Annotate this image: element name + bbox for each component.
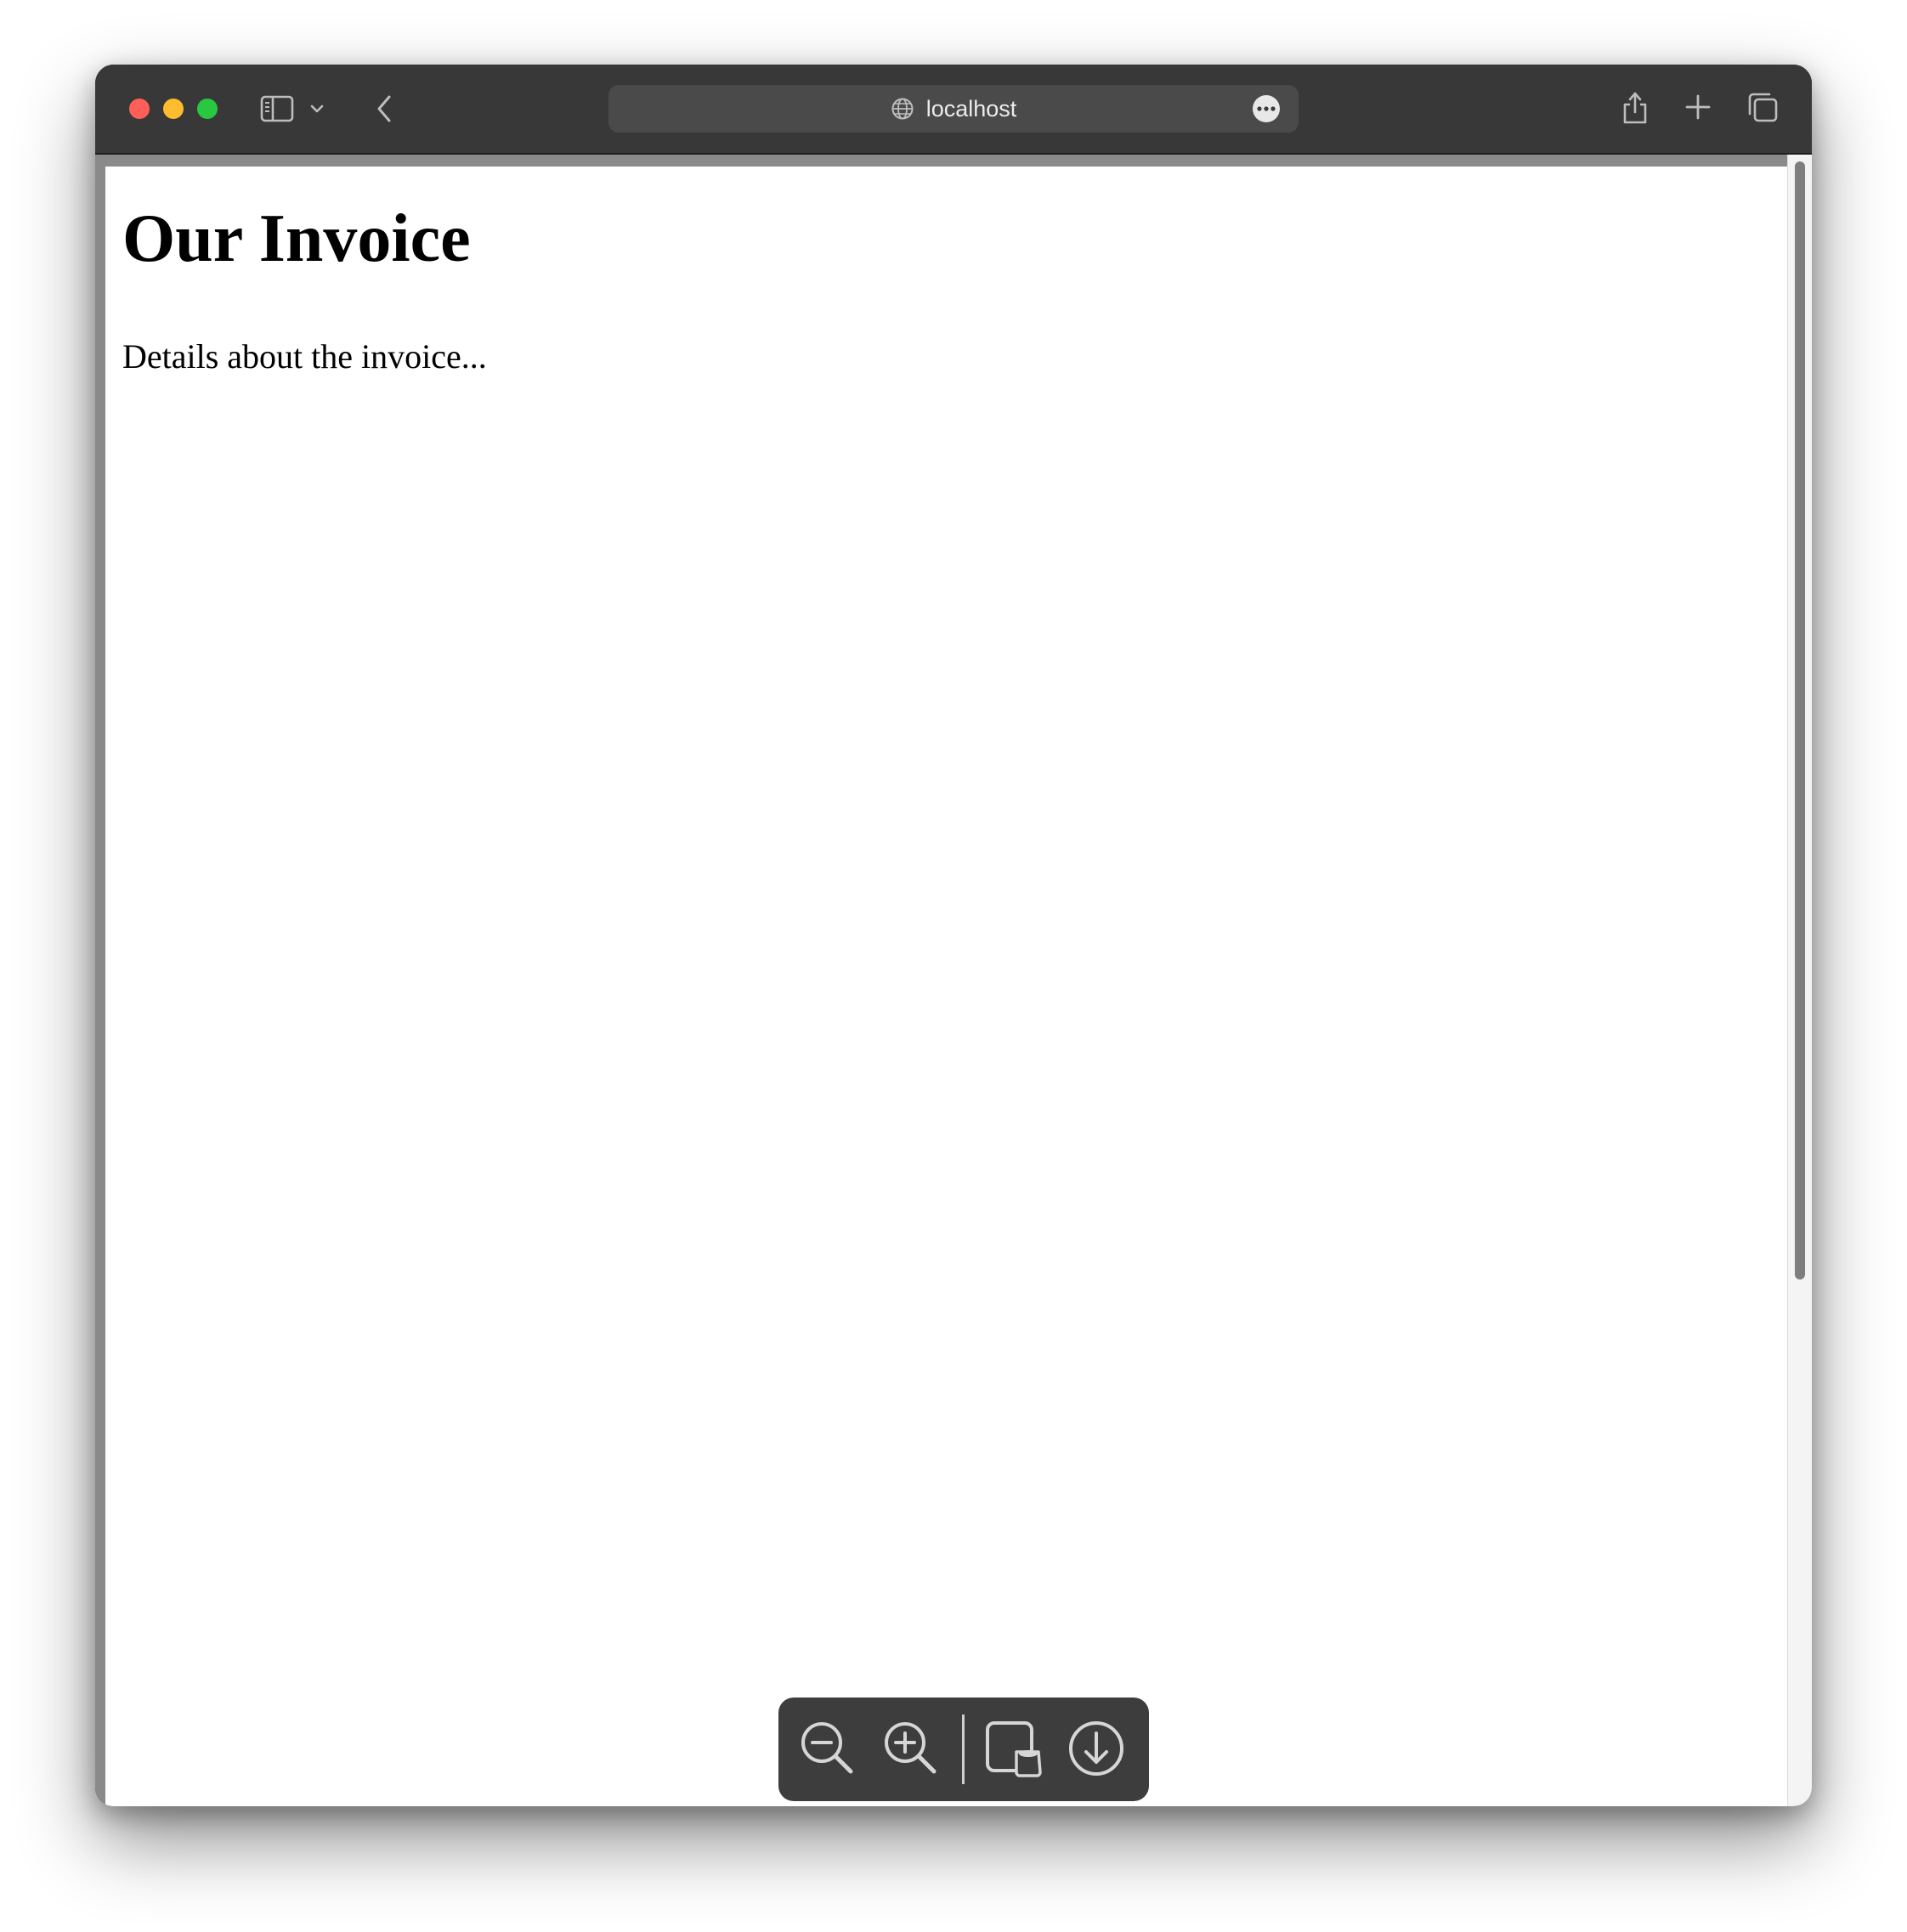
content-area: Our Invoice Details about the invoice... [95,155,1812,1806]
tab-overview-icon[interactable] [1744,88,1781,126]
scrollbar-thumb[interactable] [1795,161,1805,1280]
globe-icon [891,97,914,121]
pdf-toolbar [778,1698,1149,1801]
zoom-in-button[interactable] [877,1715,945,1782]
download-button[interactable] [1062,1715,1130,1782]
ellipsis-icon[interactable] [1253,95,1280,122]
zoom-out-button[interactable] [794,1715,862,1782]
browser-toolbar: localhost [95,65,1812,155]
chevron-left-icon [377,95,391,122]
page-title: Our Invoice [122,201,471,276]
zoom-out-icon [801,1722,853,1774]
address-bar[interactable]: localhost [608,85,1299,133]
open-in-preview-button[interactable] [979,1715,1047,1782]
close-window-button[interactable] [129,99,150,119]
back-button[interactable] [367,90,401,127]
zoom-in-icon [885,1722,937,1774]
vertical-scrollbar[interactable] [1787,155,1812,1806]
download-icon [1069,1721,1123,1776]
minimize-window-button[interactable] [163,99,184,119]
chevron-down-icon[interactable] [304,95,330,122]
zoom-window-button[interactable] [197,99,218,119]
share-icon[interactable] [1616,85,1654,129]
toolbar-divider [962,1715,965,1784]
page-details-text: Details about the invoice... [122,337,487,376]
plus-icon[interactable] [1681,90,1715,124]
open-in-preview-icon [986,1721,1042,1777]
browser-window: localhost Our Invoice Details about the … [95,65,1812,1806]
pdf-page: Our Invoice Details about the invoice... [105,167,1788,1806]
sidebar-toggle-icon[interactable] [258,90,296,127]
address-text: localhost [925,95,1017,121]
